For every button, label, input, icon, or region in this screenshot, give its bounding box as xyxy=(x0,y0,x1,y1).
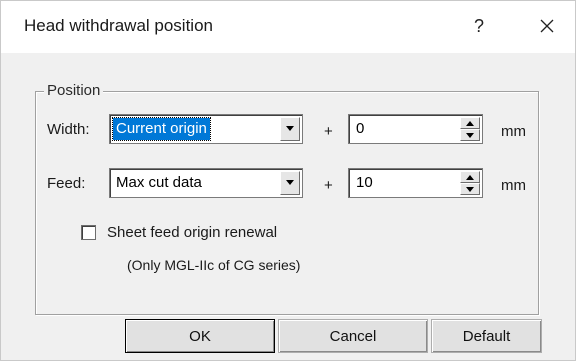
close-icon xyxy=(540,19,554,33)
feed-offset-value: 10 xyxy=(356,174,373,191)
cancel-button[interactable]: Cancel xyxy=(278,319,428,353)
width-origin-selected: Current origin xyxy=(112,117,211,141)
chevron-up-icon xyxy=(466,120,474,126)
feed-stepper-arrows xyxy=(460,171,480,195)
sheet-feed-note: (Only MGL-IIc of CG series) xyxy=(127,257,301,273)
feed-plus-sign: + xyxy=(324,177,333,194)
feed-origin-select[interactable]: Max cut data xyxy=(109,168,303,198)
chevron-down-icon xyxy=(466,132,474,138)
width-decrement-button[interactable] xyxy=(460,129,480,141)
help-button[interactable]: ? xyxy=(463,7,495,45)
feed-unit: mm xyxy=(501,177,526,194)
feed-decrement-button[interactable] xyxy=(460,183,480,195)
width-origin-select[interactable]: Current origin xyxy=(109,114,303,144)
position-group-label: Position xyxy=(44,82,104,99)
width-unit: mm xyxy=(501,123,526,140)
feed-dropdown-button[interactable] xyxy=(280,171,300,195)
chevron-down-icon xyxy=(466,186,474,192)
feed-origin-selected: Max cut data xyxy=(116,174,202,191)
chevron-down-icon xyxy=(286,180,294,185)
chevron-down-icon xyxy=(286,126,294,131)
width-offset-stepper[interactable]: 0 xyxy=(348,114,483,144)
feed-increment-button[interactable] xyxy=(460,171,480,183)
dialog-title: Head withdrawal position xyxy=(24,16,213,35)
ok-button[interactable]: OK xyxy=(125,319,275,353)
width-offset-value: 0 xyxy=(356,120,365,137)
feed-offset-stepper[interactable]: 10 xyxy=(348,168,483,198)
width-increment-button[interactable] xyxy=(460,117,480,129)
close-button[interactable] xyxy=(530,7,564,45)
feed-label: Feed: xyxy=(47,175,86,192)
default-button[interactable]: Default xyxy=(431,319,542,353)
chevron-up-icon xyxy=(466,174,474,180)
sheet-feed-origin-checkbox[interactable] xyxy=(81,225,96,240)
sheet-feed-origin-label[interactable]: Sheet feed origin renewal xyxy=(107,224,277,241)
dialog-window: Head withdrawal position ? Position Widt… xyxy=(0,0,576,361)
width-stepper-arrows xyxy=(460,117,480,141)
width-dropdown-button[interactable] xyxy=(280,117,300,141)
title-bar: Head withdrawal position ? xyxy=(1,1,575,53)
width-plus-sign: + xyxy=(324,123,333,140)
width-label: Width: xyxy=(47,121,90,138)
